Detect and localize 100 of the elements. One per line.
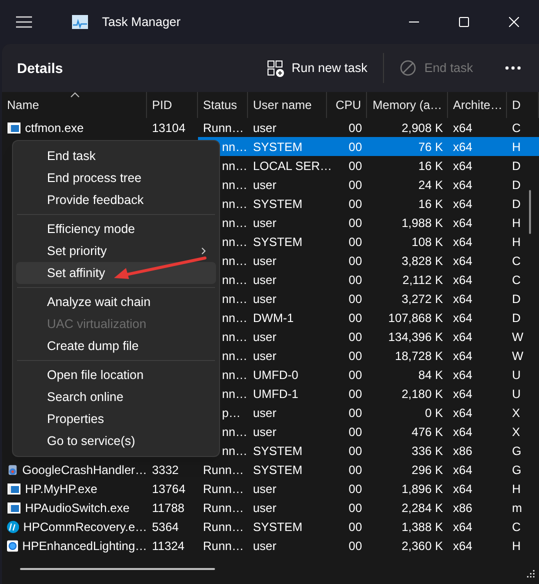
column-header[interactable]: Memory (a… xyxy=(367,92,448,118)
table-cell: 107,868 K xyxy=(388,310,443,324)
menu-item[interactable]: Open file location xyxy=(16,364,216,386)
table-cell: 336 K xyxy=(412,444,443,458)
menu-item[interactable]: Provide feedback xyxy=(16,189,216,211)
table-cell: Runn… xyxy=(203,482,244,496)
scrollbar[interactable] xyxy=(20,568,215,570)
table-cell: H xyxy=(512,140,521,154)
table-cell: m xyxy=(512,500,522,514)
menu-item[interactable]: Create dump file xyxy=(16,335,216,357)
menu-item[interactable]: End process tree xyxy=(16,167,216,189)
table-row[interactable]: GoogleCrashHandler… 3332 Runn… SYSTEM 00 296 K x64 G xyxy=(2,460,539,479)
table-cell: D xyxy=(512,310,521,324)
column-header[interactable]: Status xyxy=(198,92,248,118)
table-cell: 24 K xyxy=(418,178,443,192)
table-cell: 1,388 K xyxy=(402,520,443,534)
table-cell: U xyxy=(512,368,521,382)
table-cell: nn… xyxy=(222,292,248,306)
table-row[interactable]: HPAudioSwitch.exe 11788 Runn… user 00 2,284 K x86 m xyxy=(2,498,539,517)
table-row[interactable]: HPCommRecovery.e… 5364 Runn… SYSTEM 00 1,388 K x64 C xyxy=(2,517,539,536)
table-cell: C xyxy=(512,272,521,286)
table-cell: x64 xyxy=(453,520,472,534)
menu-icon[interactable] xyxy=(16,16,32,28)
table-cell: p… xyxy=(222,406,241,420)
table-cell: 108 K xyxy=(412,234,443,248)
menu-item[interactable]: Properties xyxy=(16,408,216,430)
table-cell: H xyxy=(512,482,521,496)
table-cell: nn… xyxy=(222,254,248,268)
table-cell: 00 xyxy=(348,444,362,458)
toolbar-button[interactable]: Run new task xyxy=(256,52,378,84)
table-cell: user xyxy=(253,406,276,420)
table-cell: user xyxy=(253,330,276,344)
close-icon[interactable] xyxy=(509,17,519,27)
table-row[interactable]: HP.MyHP.exe 13764 Runn… user 00 1,896 K x64 H xyxy=(2,479,539,498)
table-cell: nn… xyxy=(222,272,248,286)
column-header[interactable]: Name xyxy=(2,92,147,118)
table-cell: 00 xyxy=(348,368,362,382)
table-row[interactable]: nn… SYSTEM 00 76 K x64 H xyxy=(198,137,539,156)
table-cell: SYSTEM xyxy=(253,462,302,476)
table-cell: 84 K xyxy=(418,368,443,382)
window-icon xyxy=(7,482,21,496)
table-cell: Runn… xyxy=(203,520,244,534)
table-cell: 00 xyxy=(348,386,362,400)
table-cell: user xyxy=(253,120,276,134)
logo-icon xyxy=(7,520,20,534)
table-cell: 00 xyxy=(348,292,362,306)
table-cell: x64 xyxy=(453,120,472,134)
table-cell: x64 xyxy=(453,196,472,210)
table-cell: x64 xyxy=(453,178,472,192)
menu-item[interactable]: Set priority xyxy=(16,240,216,262)
table-cell: SYSTEM xyxy=(253,140,302,154)
table-cell: 2,180 K xyxy=(402,386,443,400)
table-cell-text: HP.MyHP.exe xyxy=(25,480,98,498)
window-icon xyxy=(7,500,21,514)
column-header[interactable]: D xyxy=(507,92,539,118)
more-icon[interactable] xyxy=(505,66,521,70)
table-cell: nn… xyxy=(222,348,248,362)
table-cell: x64 xyxy=(453,254,472,268)
table-row[interactable]: ctfmon.exe 13104 Runn… user 00 2,908 K x64 C xyxy=(2,118,539,137)
table-cell: x64 xyxy=(453,158,472,172)
column-header[interactable]: User name xyxy=(248,92,327,118)
table-row[interactable]: HPEnhancedLighting… 11324 Runn… user 00 2,360 K x64 H xyxy=(2,536,539,555)
table-cell: C xyxy=(512,120,521,134)
table-cell: 2,284 K xyxy=(402,500,443,514)
table-cell: 3,272 K xyxy=(402,292,443,306)
menu-item[interactable]: Set affinity xyxy=(16,262,216,284)
table-cell: x64 xyxy=(453,462,472,476)
table-cell: 76 K xyxy=(418,140,443,154)
table-cell: D xyxy=(512,158,521,172)
table-cell: SYSTEM xyxy=(253,234,302,248)
column-header[interactable]: CPU xyxy=(327,92,367,118)
table-cell: x64 xyxy=(453,482,472,496)
table-cell: user xyxy=(253,538,276,552)
table-cell: x64 xyxy=(453,538,472,552)
resize-grip-icon[interactable] xyxy=(527,570,535,578)
table-cell: 11324 xyxy=(152,538,184,552)
table-cell: x86 xyxy=(453,444,472,458)
menu-item[interactable]: Analyze wait chain xyxy=(16,291,216,313)
add-window-icon xyxy=(266,60,284,76)
table-cell: user xyxy=(253,482,276,496)
column-header[interactable]: PID xyxy=(147,92,198,118)
table-cell: 2,112 K xyxy=(402,272,443,286)
menu-item[interactable]: Efficiency mode xyxy=(16,218,216,240)
menu-item[interactable]: Go to service(s) xyxy=(16,430,216,452)
table-cell: 00 xyxy=(348,348,362,362)
chevron-right-icon xyxy=(201,247,206,255)
table-cell: 134,396 K xyxy=(388,330,443,344)
table-cell: 00 xyxy=(348,538,362,552)
table-cell: Runn… xyxy=(203,500,244,514)
table-cell: nn… xyxy=(222,196,248,210)
table-cell: user xyxy=(253,254,276,268)
table-cell-text: HPAudioSwitch.exe xyxy=(25,500,130,516)
table-cell: user xyxy=(253,348,276,362)
scrollbar[interactable] xyxy=(529,190,531,234)
menu-item[interactable]: Search online xyxy=(16,386,216,408)
maximize-icon[interactable] xyxy=(459,17,469,27)
table-cell: W xyxy=(512,348,524,362)
table-cell: D xyxy=(512,178,521,192)
window-title: Task Manager xyxy=(102,14,181,31)
column-header[interactable]: Archite… xyxy=(448,92,507,118)
